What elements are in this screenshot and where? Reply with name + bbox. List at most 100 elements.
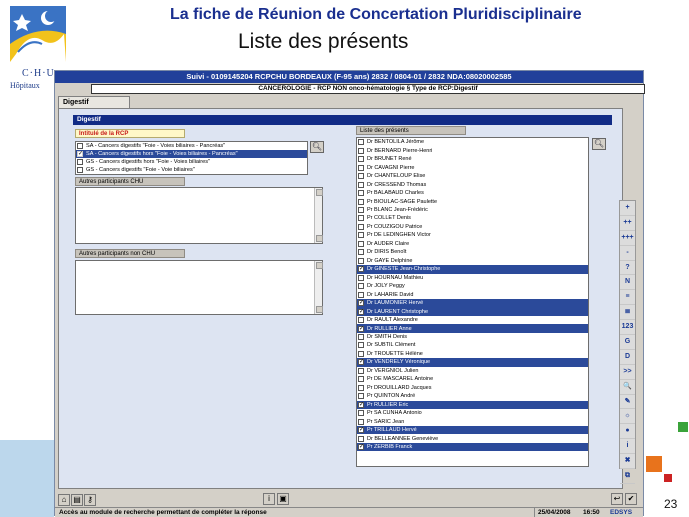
toolbar-button[interactable]: ✖ xyxy=(620,454,635,470)
toolbar-button[interactable]: +++ xyxy=(620,231,635,246)
checkbox[interactable]: ✓ xyxy=(358,427,364,434)
checkbox[interactable] xyxy=(77,159,83,165)
checkbox[interactable] xyxy=(358,342,364,349)
print-icon[interactable]: ▤ xyxy=(71,494,83,506)
present-list-item[interactable]: Dr BENTOLILA Jérôme xyxy=(357,138,588,146)
checkbox[interactable]: ✓ xyxy=(358,266,364,273)
present-list-item[interactable]: Pr DE LEDINGHEN Victor xyxy=(357,231,588,239)
present-list-item[interactable]: Dr LAHARIE David xyxy=(357,290,588,298)
checkbox[interactable]: ✓ xyxy=(358,359,364,366)
toolbar-button[interactable]: ⧉ xyxy=(620,469,635,484)
checkbox[interactable] xyxy=(358,249,364,256)
present-list-item[interactable]: ✓ Dr LAURENT Christophe xyxy=(357,307,588,316)
checkbox[interactable] xyxy=(358,232,364,239)
checkbox[interactable] xyxy=(77,143,83,149)
present-list-item[interactable]: Pr SA CUNHA Antonio xyxy=(357,409,588,417)
present-list-item[interactable]: ✓ Pr RULLIER Eric xyxy=(357,400,588,409)
present-list-item[interactable]: ✓ Dr GINESTE Jean-Christophe xyxy=(357,265,588,274)
checkbox[interactable]: ✓ xyxy=(77,151,83,157)
toolbar-button[interactable]: ≡ xyxy=(620,290,635,306)
present-list-item[interactable]: Dr VERGNIOL Julien xyxy=(357,367,588,375)
checkbox[interactable] xyxy=(358,147,364,154)
toolbar-button[interactable]: G xyxy=(620,335,635,350)
checkbox[interactable]: ✓ xyxy=(358,325,364,332)
present-list-item[interactable]: Pr BLANC Jean-Frédéric xyxy=(357,206,588,214)
checkbox[interactable] xyxy=(358,139,364,146)
checkbox[interactable] xyxy=(358,173,364,180)
toolbar-button[interactable]: - xyxy=(620,246,635,261)
checkbox[interactable] xyxy=(358,350,364,357)
checkbox[interactable]: ✓ xyxy=(358,401,364,408)
checkbox[interactable] xyxy=(358,367,364,374)
checkbox[interactable] xyxy=(358,291,364,298)
rcp-list-item[interactable]: GS - Cancers digestifs hors "Foie - Voie… xyxy=(76,158,307,166)
checkbox[interactable] xyxy=(358,240,364,247)
checkbox[interactable] xyxy=(358,215,364,222)
present-list-item[interactable]: Dr CAVAGNI Pierre xyxy=(357,163,588,171)
present-list-item[interactable]: Dr HOURNAU Mathieu xyxy=(357,274,588,282)
checkbox[interactable] xyxy=(358,206,364,213)
present-list-item[interactable]: Dr DIRIS Benoît xyxy=(357,248,588,256)
validate-icon[interactable]: ✔ xyxy=(625,493,637,505)
toolbar-button[interactable]: ✎ xyxy=(620,395,635,410)
toolbar-button[interactable]: + xyxy=(620,201,635,216)
back-icon[interactable]: ↩ xyxy=(611,493,623,505)
checkbox[interactable] xyxy=(358,384,364,391)
rcp-search-button[interactable]: 🔍︎ xyxy=(310,141,324,153)
checkbox[interactable] xyxy=(358,274,364,281)
present-list-item[interactable]: Dr BERNARD Pierre-Henri xyxy=(357,146,588,154)
nonchu-scrollbar[interactable] xyxy=(314,261,323,314)
toolbar-button[interactable]: N xyxy=(620,275,635,291)
present-list-item[interactable]: ✓ Dr RULLIER Anne xyxy=(357,324,588,333)
present-list-item[interactable]: Dr RAULT Alexandre xyxy=(357,316,588,324)
checkbox[interactable]: ✓ xyxy=(358,300,364,307)
present-list-item[interactable]: Pr QUINTON André xyxy=(357,392,588,400)
present-list-item[interactable]: Dr SUBTIL Clément xyxy=(357,341,588,349)
checkbox[interactable] xyxy=(358,156,364,163)
present-list-item[interactable]: Pr COLLET Denis xyxy=(357,214,588,222)
present-list-item[interactable]: Pr SARIC Jean xyxy=(357,417,588,425)
checkbox[interactable] xyxy=(358,435,364,442)
present-list-item[interactable]: Pr DE MASCAREL Antoine xyxy=(357,375,588,383)
present-list-item[interactable]: Pr COUZIGOU Patrice xyxy=(357,223,588,231)
present-list-item[interactable]: Dr GAYE Delphine xyxy=(357,257,588,265)
checkbox[interactable] xyxy=(358,190,364,197)
present-list-item[interactable]: Dr CRESSEND Thomas xyxy=(357,180,588,188)
chu-scrollbar[interactable] xyxy=(314,188,323,243)
toolbar-button[interactable]: 123 xyxy=(620,320,635,336)
key-icon[interactable]: ⚷ xyxy=(84,494,96,506)
checkbox[interactable] xyxy=(358,410,364,417)
present-list-item[interactable]: Pr BALABAUD Charles xyxy=(357,189,588,197)
checkbox[interactable]: ✓ xyxy=(358,308,364,315)
checkbox[interactable] xyxy=(358,257,364,264)
checkbox[interactable] xyxy=(358,198,364,205)
present-list-item[interactable]: Dr JOLY Peggy xyxy=(357,282,588,290)
toolbar-button[interactable]: i xyxy=(620,439,635,455)
presents-search-button[interactable]: 🔍︎ xyxy=(592,138,606,150)
present-list-item[interactable]: Dr BRUNET René xyxy=(357,155,588,163)
toolbar-button[interactable]: 🔍 xyxy=(620,380,635,395)
nonchu-participants-textarea[interactable] xyxy=(75,260,323,315)
checkbox[interactable] xyxy=(358,164,364,171)
checkbox[interactable] xyxy=(358,317,364,324)
checkbox[interactable] xyxy=(358,418,364,425)
present-list-item[interactable]: ✓ Dr LAUMONIER Hervé xyxy=(357,298,588,308)
present-list-item[interactable]: Dr BELLEANNEE Geneviève xyxy=(357,434,588,442)
checkbox[interactable] xyxy=(358,223,364,230)
checkbox[interactable] xyxy=(358,181,364,188)
toolbar-button[interactable]: D xyxy=(620,350,635,365)
present-list-item[interactable]: Dr TROUETTE Hélène xyxy=(357,350,588,358)
present-list-item[interactable]: Pr DROUILLARD Jacques xyxy=(357,384,588,392)
checkbox[interactable] xyxy=(77,167,83,173)
info-icon[interactable]: i xyxy=(263,493,275,505)
toolbar-button[interactable]: ? xyxy=(620,261,635,276)
toolbar-button[interactable]: ≣ xyxy=(620,305,635,321)
present-list-item[interactable]: Dr AUDER Claire xyxy=(357,240,588,248)
rcp-list-item[interactable]: GS - Cancers digestifs "Foie - Voie bili… xyxy=(76,166,307,174)
checkbox[interactable]: ✓ xyxy=(358,444,364,451)
present-list-item[interactable]: Dr CHANTELOUP Elise xyxy=(357,172,588,180)
present-list-item[interactable]: ✓ Dr VENDRELY Véronique xyxy=(357,358,588,367)
checkbox[interactable] xyxy=(358,393,364,400)
checkbox[interactable] xyxy=(358,283,364,290)
checkbox[interactable] xyxy=(358,376,364,383)
